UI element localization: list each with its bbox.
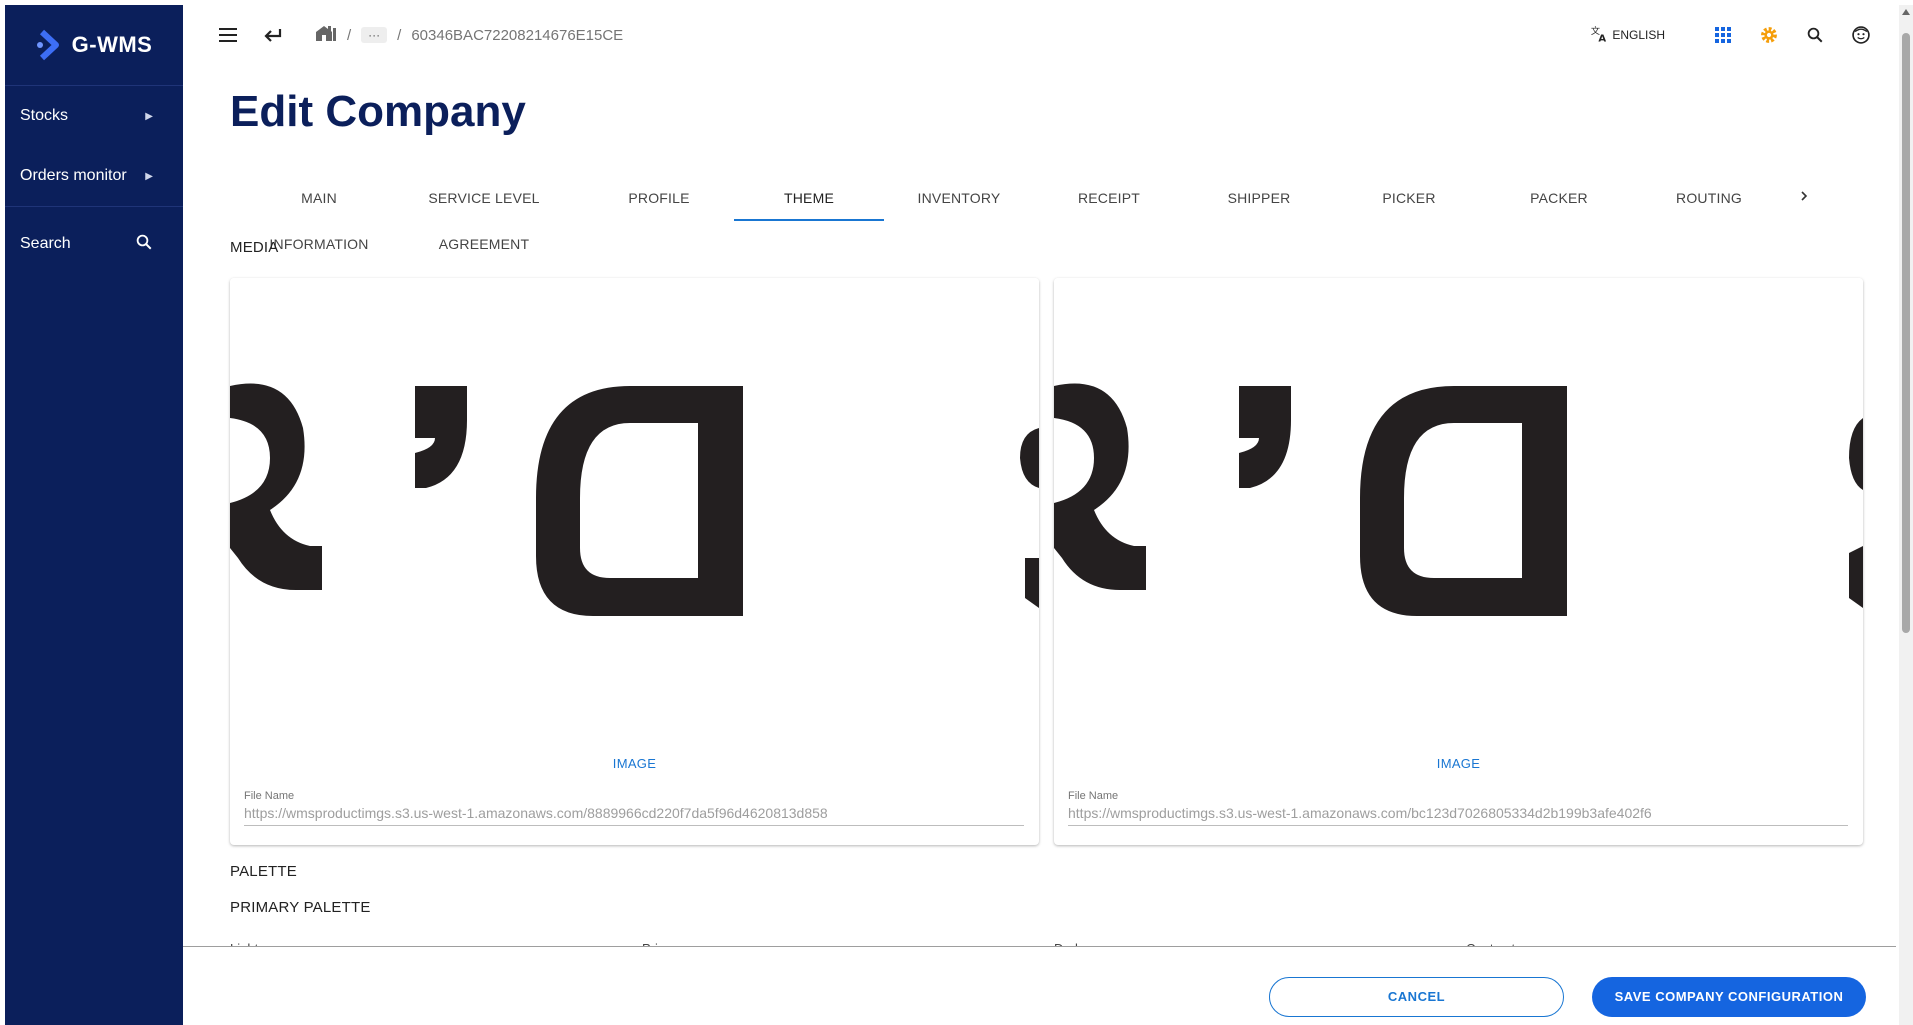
- search-icon[interactable]: [1793, 13, 1837, 57]
- breadcrumb-separator: /: [397, 26, 402, 44]
- image-upload-link[interactable]: IMAGE: [1054, 756, 1863, 771]
- sidebar-item-search[interactable]: Search: [5, 207, 183, 281]
- svg-text:A: A: [1599, 33, 1607, 44]
- save-company-configuration-button[interactable]: SAVE COMPANY CONFIGURATION: [1592, 977, 1866, 1017]
- chevron-right-icon: ▶: [145, 110, 153, 122]
- sidebar-item-label: Stocks: [20, 107, 69, 124]
- tab-shipper[interactable]: SHIPPER: [1184, 175, 1334, 221]
- tab-service-level-agreement[interactable]: SERVICE LEVEL AGREEMENT: [384, 175, 584, 252]
- image-upload-link[interactable]: IMAGE: [230, 756, 1039, 771]
- scroll-thumb[interactable]: [1902, 33, 1910, 633]
- logo-text: G-WMS: [71, 32, 153, 57]
- account-icon[interactable]: [1839, 13, 1883, 57]
- media-card: IMAGE File Name https://wmsproductimgs.s…: [1054, 278, 1863, 845]
- search-icon: [135, 233, 153, 256]
- breadcrumb-collapsed[interactable]: ···: [361, 27, 388, 43]
- header-actions: 文A ENGLISH: [1590, 13, 1883, 57]
- file-name-field[interactable]: https://wmsproductimgs.s3.us-west-1.amaz…: [1068, 805, 1848, 826]
- media-section-title: MEDIA: [230, 239, 279, 256]
- sidebar: G-WMS Stocks ▶ Orders monitor ▶ Search: [5, 5, 183, 1025]
- app-window: G-WMS Stocks ▶ Orders monitor ▶ Search /…: [0, 0, 1913, 1025]
- main-content: Edit Company MAIN INFORMATION SERVICE LE…: [183, 65, 1893, 953]
- tab-main-information[interactable]: MAIN INFORMATION: [254, 175, 384, 252]
- file-name-field[interactable]: https://wmsproductimgs.s3.us-west-1.amaz…: [244, 805, 1024, 826]
- page-scrollbar[interactable]: [1899, 5, 1913, 1025]
- sidebar-item-label: Search: [20, 235, 71, 252]
- tab-receipt[interactable]: RECEIPT: [1034, 175, 1184, 221]
- logo-image-preview: [1054, 278, 1863, 748]
- primary-palette-title: PRIMARY PALETTE: [230, 899, 371, 916]
- file-name-label: File Name: [244, 790, 295, 802]
- tab-picker[interactable]: PICKER: [1334, 175, 1484, 221]
- sidebar-item-orders-monitor[interactable]: Orders monitor ▶: [5, 146, 183, 206]
- tab-theme[interactable]: THEME: [734, 175, 884, 221]
- tab-routing[interactable]: ROUTING: [1634, 175, 1784, 221]
- breadcrumb-separator: /: [347, 26, 352, 44]
- breadcrumb: / ··· / 60346BAC72208214676E15CE: [315, 24, 623, 46]
- apps-grid-icon[interactable]: [1701, 13, 1745, 57]
- tab-packer[interactable]: PACKER: [1484, 175, 1634, 221]
- logo-image-preview: [230, 278, 1039, 748]
- sidebar-item-label: Orders monitor: [20, 167, 127, 184]
- menu-icon[interactable]: [207, 13, 251, 57]
- home-icon[interactable]: [315, 24, 337, 46]
- back-icon[interactable]: [251, 13, 295, 57]
- file-name-label: File Name: [1068, 790, 1119, 802]
- chevron-right-icon: ▶: [145, 170, 153, 182]
- scroll-up-icon[interactable]: [1902, 9, 1910, 15]
- translate-icon: 文A: [1590, 24, 1610, 47]
- tab-profile[interactable]: PROFILE: [584, 175, 734, 221]
- cancel-button[interactable]: CANCEL: [1269, 977, 1564, 1017]
- top-bar: / ··· / 60346BAC72208214676E15CE 文A ENGL…: [183, 5, 1893, 65]
- media-card: IMAGE File Name https://wmsproductimgs.s…: [230, 278, 1039, 845]
- tab-inventory[interactable]: INVENTORY: [884, 175, 1034, 221]
- breadcrumb-current: 60346BAC72208214676E15CE: [411, 26, 624, 44]
- footer-actions: CANCEL SAVE COMPANY CONFIGURATION: [183, 947, 1896, 1025]
- settings-icon[interactable]: [1747, 13, 1791, 57]
- tab-bar: MAIN INFORMATION SERVICE LEVEL AGREEMENT…: [230, 175, 1870, 252]
- page-title: Edit Company: [230, 87, 526, 136]
- logo[interactable]: G-WMS: [5, 5, 183, 86]
- palette-section-title: PALETTE: [230, 863, 297, 880]
- logo-mark-icon: [36, 26, 66, 64]
- language-label: ENGLISH: [1612, 28, 1665, 42]
- sidebar-item-stocks[interactable]: Stocks ▶: [5, 86, 183, 146]
- tab-scroll-right-icon[interactable]: [1784, 189, 1824, 207]
- language-selector[interactable]: 文A ENGLISH: [1590, 24, 1665, 47]
